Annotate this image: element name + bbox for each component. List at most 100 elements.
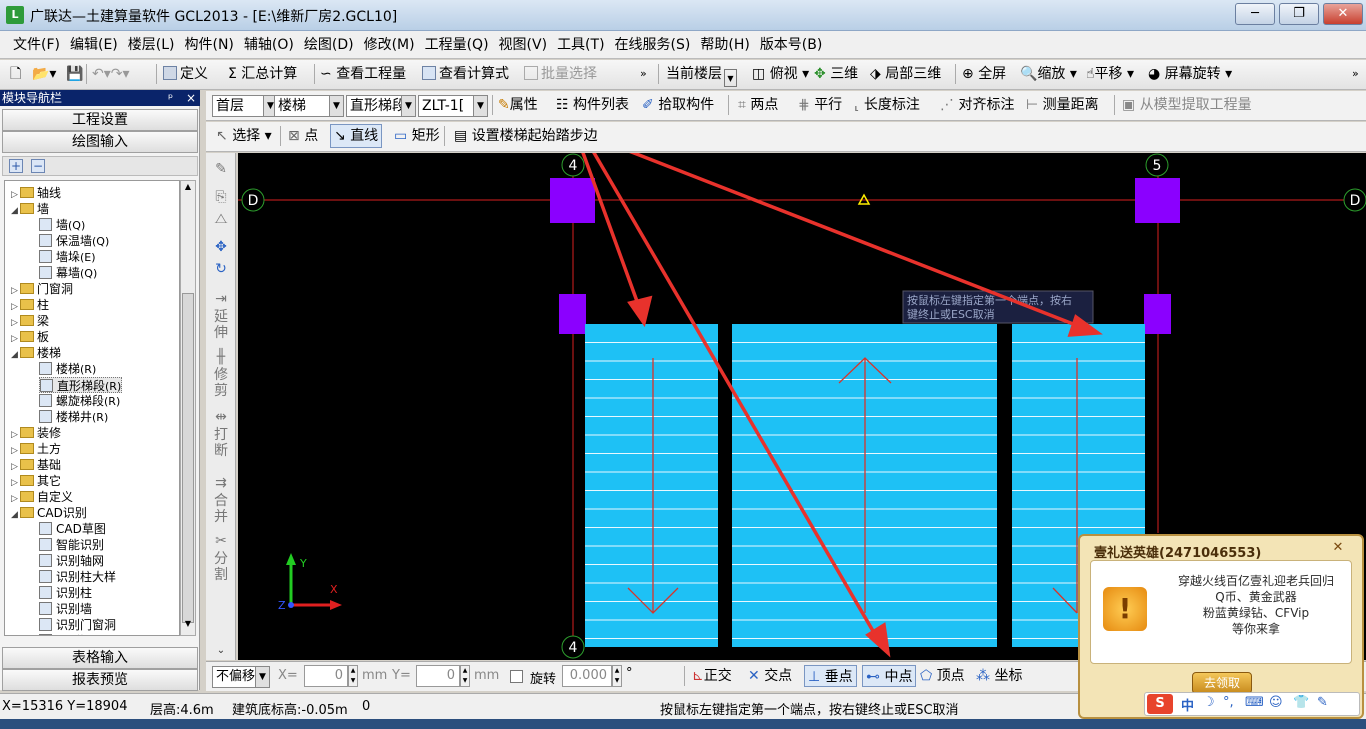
popup-close-icon[interactable]: ✕ [1328,540,1348,556]
tree-item[interactable]: 识别轴网 [39,553,104,569]
partial-3d-button[interactable]: ⬗ 局部三维 [870,63,941,85]
toolbar-overflow-icon[interactable]: » [640,63,647,85]
minimize-button[interactable]: ─ [1235,3,1275,25]
tree-folder[interactable]: ▷ 板 [11,329,49,345]
menu-online[interactable]: 在线服务(S) [610,31,696,59]
toolbar1-overflow-icon[interactable]: » [1352,63,1359,85]
align-mark-button[interactable]: ⋰ 对齐标注 [940,94,1014,116]
menu-edit[interactable]: 编辑(E) [65,31,123,59]
popup-claim-button[interactable]: 去领取 [1192,672,1252,694]
menu-quantity[interactable]: 工程量(Q) [420,31,494,59]
pin-icon[interactable]: ᵖ [168,90,173,106]
nav-close-icon[interactable]: × [186,90,196,106]
menu-file[interactable]: 文件(F) [8,31,65,59]
collapse-icon[interactable]: ◢ [11,507,20,523]
tree-folder[interactable]: ▷ 梁 [11,313,49,329]
tree-item[interactable]: 墙垛(E) [39,249,96,265]
column-5-lower[interactable] [1144,294,1171,334]
punctuation-icon[interactable]: °, [1223,695,1234,710]
tree-item[interactable]: 直形梯段(R) [39,377,123,393]
split-button[interactable]: 分割 [212,551,230,583]
rotate-icon[interactable]: ↻ [212,261,230,277]
pick-component-button[interactable]: ✐ 拾取构件 [642,94,714,116]
top-view-button[interactable]: ◫ 俯视 ▾ [752,63,809,85]
type-select[interactable]: 直形梯段 ▼ [346,95,416,117]
mirror-icon[interactable]: ⧍ [212,211,230,227]
menu-aux-axis[interactable]: 辅轴(O) [239,31,299,59]
tree-item[interactable]: 识别柱 [39,585,92,601]
scroll-thumb[interactable] [182,293,194,623]
offset-mode-select[interactable]: 不偏移 ▼ [212,666,270,688]
component-select[interactable]: ZLT-1[▼ [418,95,488,117]
x-input[interactable]: 0 [304,665,348,687]
tree-item[interactable]: 识别墙 [39,601,92,617]
tree-folder[interactable]: ◢ 楼梯 [11,345,61,361]
y-input[interactable]: 0 [416,665,460,687]
tree-folder[interactable]: ◢ 墙 [11,201,49,217]
copy-icon[interactable]: ⎘ [212,189,230,205]
tree-folder[interactable]: ▷ 门窗洞 [11,281,73,297]
tree-item[interactable]: 识别梁 [39,633,92,635]
tree-folder[interactable]: ▷ 自定义 [11,489,73,505]
tree-item[interactable]: 幕墙(Q) [39,265,97,281]
tree-scrollbar[interactable]: ▲ ▼ [180,180,196,636]
measure-distance-button[interactable]: ⊢ 测量距离 [1026,94,1099,116]
component-dropdown-icon[interactable]: ▼ [473,96,487,116]
tools-more-icon[interactable]: ⌄ [212,643,230,659]
extract-from-model-button[interactable]: ▣ 从模型提取工程量 [1122,94,1252,116]
tree-item[interactable]: 墙(Q) [39,217,85,233]
view-quantity-button[interactable]: ∽ 查看工程量 [320,63,406,85]
scroll-down-icon[interactable]: ▼ [182,619,194,633]
offset-dropdown-icon[interactable]: ▼ [255,667,269,687]
save-icon[interactable]: 💾 [66,63,83,85]
column-5D[interactable] [1135,178,1180,223]
properties-button[interactable]: ✎属性 [498,94,538,116]
menu-tools[interactable]: 工具(T) [552,31,609,59]
category-dropdown-icon[interactable]: ▼ [329,96,343,116]
line-button[interactable]: ↘ 直线 [330,124,383,148]
current-floor-dropdown-icon[interactable]: ▼ [724,69,737,87]
rect-button[interactable]: ▭ 矩形 [394,125,440,147]
set-start-edge-button[interactable]: ▤ 设置楼梯起始踏步边 [454,125,598,147]
rotate-checkbox[interactable] [510,670,523,683]
tree-item[interactable]: CAD草图 [39,521,106,537]
tree-item[interactable]: 识别门窗洞 [39,617,116,633]
rotate-input[interactable]: 0.000 [562,665,612,687]
break-button[interactable]: 打断 [212,427,230,459]
menu-view[interactable]: 视图(V) [494,31,553,59]
expand-all-icon[interactable]: + [9,159,23,173]
tree-folder[interactable]: ▷ 柱 [11,297,49,313]
menu-help[interactable]: 帮助(H) [695,31,754,59]
undo-icon[interactable]: ↶▾↷▾ [92,63,130,85]
component-list-button[interactable]: ☷ 构件列表 [556,94,629,116]
stair-flight-1[interactable] [585,324,718,647]
tree-item[interactable]: 智能识别 [39,537,104,553]
menu-component[interactable]: 构件(N) [180,31,239,59]
tree-folder[interactable]: ▷ 其它 [11,473,61,489]
column-4D[interactable] [550,178,595,223]
orthogonal-toggle[interactable]: ⊾正交 [692,665,732,687]
new-file-icon[interactable]: 🗋 [10,63,21,85]
select-button[interactable]: ↖ 选择 ▾ [216,125,272,147]
tree-item[interactable]: 螺旋梯段(R) [39,393,120,409]
current-floor-button[interactable]: 当前楼层 ▼ [666,63,737,87]
tree-folder[interactable]: ▷ 基础 [11,457,61,473]
tools-icon[interactable]: ✎ [1317,695,1328,710]
zoom-button[interactable]: 🔍缩放 ▾ [1020,63,1077,85]
rotate-spinner-icon[interactable]: ▲ ▼ [612,665,622,687]
floor-select[interactable]: 首层 ▼ [212,95,278,117]
open-file-icon[interactable]: 📂▾ [32,63,56,85]
coordinate-toggle[interactable]: ⁂ 坐标 [976,665,1022,687]
parallel-button[interactable]: ⋕ 平行 [798,94,842,116]
vertex-toggle[interactable]: ⬠ 顶点 [920,665,965,687]
merge-button[interactable]: 合并 [212,493,230,525]
define-button[interactable]: 定义 [163,63,208,85]
category-select[interactable]: 楼梯 ▼ [274,95,344,117]
project-settings-button[interactable]: 工程设置 [2,109,198,131]
batch-select-button[interactable]: 批量选择 [524,63,597,85]
midpoint-toggle[interactable]: ⊷ 中点 [862,665,917,687]
collapse-all-icon[interactable]: − [31,159,45,173]
view-formula-button[interactable]: 查看计算式 [422,63,509,85]
x-spinner-icon[interactable]: ▲ ▼ [348,665,358,687]
sogou-logo-icon[interactable]: S [1147,694,1173,714]
